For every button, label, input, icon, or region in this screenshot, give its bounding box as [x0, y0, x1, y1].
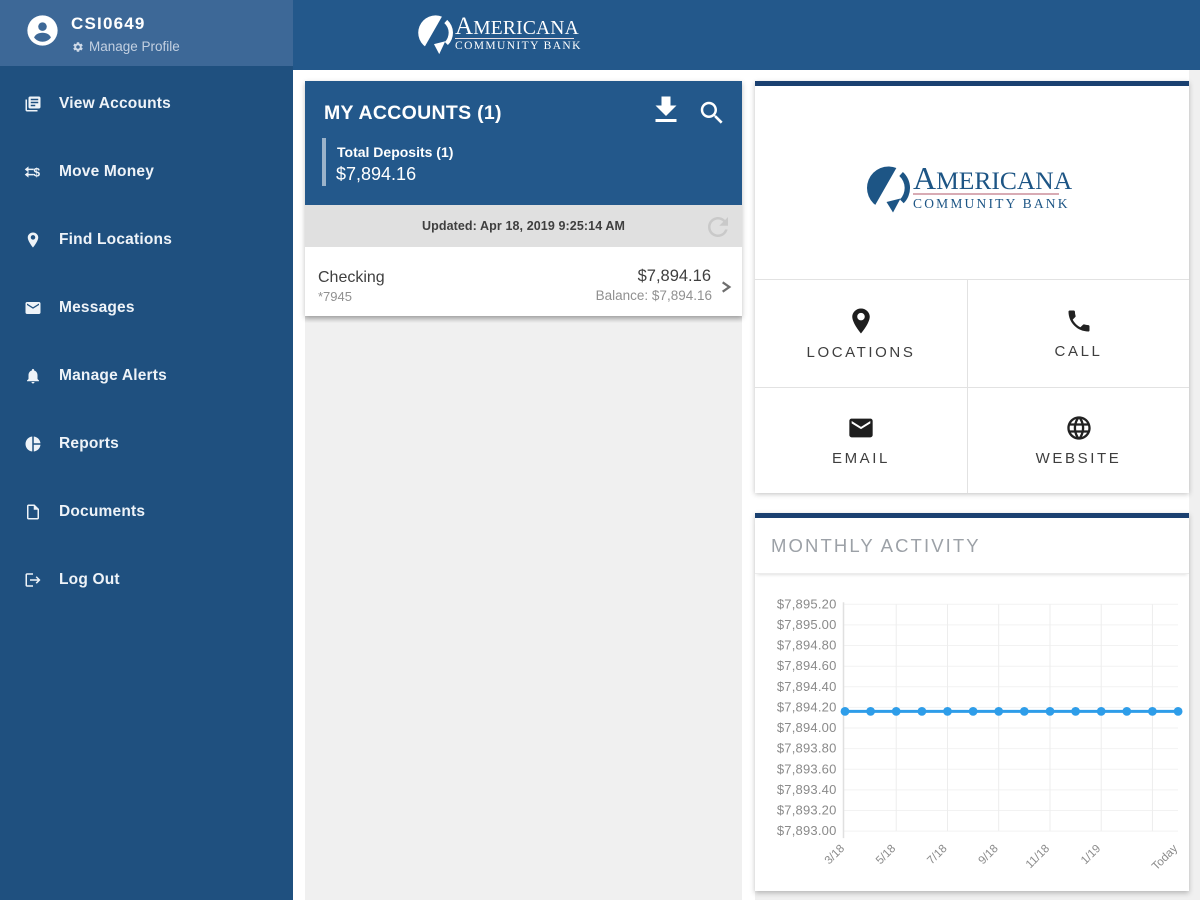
svg-text:11/18: 11/18 [1024, 843, 1052, 871]
svg-text:5/18: 5/18 [874, 843, 898, 867]
svg-text:$7,893.20: $7,893.20 [777, 803, 837, 818]
svg-text:$7,895.20: $7,895.20 [777, 596, 837, 611]
svg-text:1/19: 1/19 [1079, 843, 1103, 867]
svg-text:$7,895.00: $7,895.00 [777, 617, 837, 632]
svg-text:$7,894.20: $7,894.20 [777, 699, 837, 714]
svg-text:$7,894.60: $7,894.60 [777, 658, 837, 673]
svg-text:$7,893.00: $7,893.00 [777, 823, 837, 838]
svg-text:$7,893.40: $7,893.40 [777, 782, 837, 797]
svg-text:3/18: 3/18 [823, 843, 847, 867]
svg-text:$7,894.00: $7,894.00 [777, 720, 837, 735]
svg-text:$: $ [33, 166, 40, 180]
svg-text:7/18: 7/18 [925, 843, 949, 867]
svg-text:Today: Today [1150, 843, 1180, 873]
svg-text:$7,893.60: $7,893.60 [777, 761, 837, 776]
svg-text:$7,894.80: $7,894.80 [777, 638, 837, 653]
svg-text:$7,893.80: $7,893.80 [777, 741, 837, 756]
svg-text:$7,894.40: $7,894.40 [777, 679, 837, 694]
svg-text:9/18: 9/18 [977, 843, 1001, 867]
